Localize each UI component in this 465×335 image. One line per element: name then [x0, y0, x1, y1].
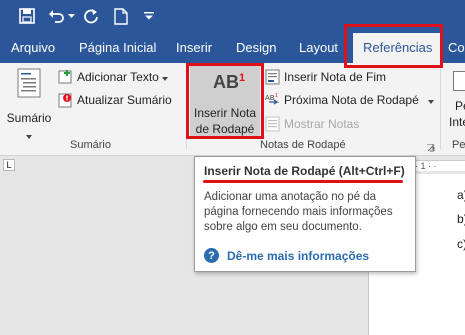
- tooltip-description: Adicionar uma anotação no pé da página f…: [204, 191, 393, 233]
- svg-text:1: 1: [275, 93, 278, 99]
- next-footnote-icon: AB 1: [265, 92, 281, 108]
- endnote-icon: [265, 69, 281, 85]
- tab-pagina-inicial[interactable]: Página Inicial: [79, 32, 156, 63]
- group-label-sumario: Sumário: [70, 139, 111, 151]
- help-link[interactable]: ? Dê-me mais informações: [204, 248, 369, 263]
- show-notes-button[interactable]: Mostrar Notas: [265, 114, 359, 134]
- update-table-button[interactable]: Atualizar Sumário: [58, 90, 172, 110]
- show-notes-label: Mostrar Notas: [284, 117, 360, 131]
- group-separator: [440, 67, 441, 149]
- footnote-tooltip: Inserir Nota de Rodapé (Alt+Ctrl+F) Adic…: [194, 156, 416, 272]
- next-footnote-button[interactable]: AB 1 Próxima Nota de Rodapé: [265, 90, 434, 110]
- undo-dropdown-icon[interactable]: [67, 5, 75, 27]
- customize-quick-access-icon[interactable]: [141, 5, 157, 27]
- cut-off-icon: [453, 71, 465, 91]
- add-text-button[interactable]: Adicionar Texto: [58, 67, 168, 87]
- dialog-launcher-icon[interactable]: [427, 141, 435, 155]
- tab-inserir[interactable]: Inserir: [176, 32, 212, 63]
- undo-icon[interactable]: [46, 5, 68, 27]
- highlight-footnote-button: [186, 63, 264, 139]
- update-table-label: Atualizar Sumário: [77, 93, 172, 107]
- cut-off-button[interactable]: Pe Inte: [447, 71, 465, 133]
- table-of-contents-label: Sumário: [6, 111, 52, 125]
- tab-arquivo[interactable]: Arquivo: [11, 32, 55, 63]
- chevron-down-icon: [161, 70, 168, 84]
- list-item: c): [457, 237, 465, 251]
- help-link-text: Dê-me mais informações: [227, 248, 370, 263]
- help-icon: ?: [204, 248, 219, 263]
- warning-icon: [58, 92, 74, 108]
- redo-icon[interactable]: [80, 5, 102, 27]
- highlight-referencias-tab: [344, 24, 443, 68]
- ruler-text: · 1 · ·: [415, 161, 437, 171]
- table-of-contents-icon: [17, 68, 41, 101]
- highlight-tooltip-underline: [203, 180, 403, 183]
- list-item: a): [457, 188, 465, 202]
- group-label-notas: Notas de Rodapé: [260, 139, 346, 151]
- tab-design[interactable]: Design: [236, 32, 276, 63]
- cut-off-label-line2: Inte: [449, 115, 465, 129]
- tab-selector[interactable]: L: [3, 159, 15, 171]
- chevron-down-icon: [427, 93, 434, 107]
- list-item: b): [457, 212, 465, 226]
- group-label-cut-off: Pe: [452, 139, 465, 151]
- next-footnote-label: Próxima Nota de Rodapé: [284, 93, 419, 107]
- insert-endnote-button[interactable]: Inserir Nota de Fim: [265, 67, 386, 87]
- add-text-label: Adicionar Texto: [77, 70, 159, 84]
- table-of-contents-button[interactable]: Sumário: [5, 68, 53, 139]
- save-icon[interactable]: [16, 5, 38, 27]
- add-text-icon: [58, 69, 74, 85]
- tooltip-title: Inserir Nota de Rodapé (Alt+Ctrl+F): [204, 164, 405, 178]
- chevron-down-icon: [26, 128, 32, 142]
- svg-text:AB: AB: [265, 94, 275, 102]
- show-notes-icon: [265, 116, 281, 132]
- new-document-icon[interactable]: [110, 5, 132, 27]
- tab-correspondencias[interactable]: Co: [448, 32, 465, 63]
- tab-layout[interactable]: Layout: [299, 32, 338, 63]
- insert-endnote-label: Inserir Nota de Fim: [284, 70, 387, 84]
- cut-off-label-line1: Pe: [455, 99, 465, 113]
